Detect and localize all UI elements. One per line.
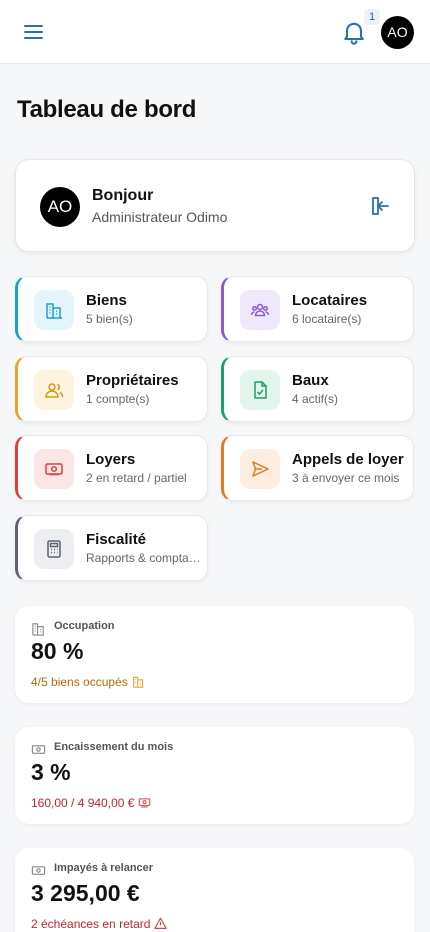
building-icon xyxy=(132,676,144,688)
stat-label: Encaissement du mois xyxy=(54,741,174,753)
stat-note-text: 4/5 biens occupés xyxy=(31,675,128,689)
building-icon xyxy=(32,623,45,636)
tile-title: Fiscalité xyxy=(86,531,147,548)
tile-subtitle: 6 locataire(s) xyxy=(292,312,362,326)
notification-count-badge: 1 xyxy=(364,9,380,25)
tile-title: Loyers xyxy=(86,451,136,468)
menu-icon[interactable] xyxy=(22,21,46,43)
stat-note: 2 échéances en retard xyxy=(31,917,168,931)
stat-value: 3 295,00 € xyxy=(31,880,140,906)
logout-icon[interactable] xyxy=(368,194,392,218)
stat-label: Impayés à relancer xyxy=(54,862,154,874)
money-icon xyxy=(139,798,151,808)
money-icon xyxy=(31,866,46,875)
tile-subtitle: 5 bien(s) xyxy=(86,312,133,326)
stat-value: 80 % xyxy=(31,638,84,664)
tile-biens[interactable]: Biens 5 bien(s) xyxy=(15,276,208,342)
warning-icon xyxy=(154,917,168,929)
send-icon xyxy=(240,449,280,489)
money-icon xyxy=(34,449,74,489)
tile-subtitle: Rapports & comptabilité xyxy=(86,551,204,565)
tile-title: Propriétaires xyxy=(86,372,179,389)
tile-title: Biens xyxy=(86,292,127,309)
tile-title: Locataires xyxy=(292,292,368,309)
tile-baux[interactable]: Baux 4 actif(s) xyxy=(221,356,414,422)
tile-subtitle: 3 à envoyer ce mois xyxy=(292,471,400,485)
stat-card-impayes: Impayés à relancer 3 295,00 € 2 échéance… xyxy=(15,848,414,932)
users-icon xyxy=(240,290,280,330)
tile-subtitle: 2 en retard / partiel xyxy=(86,471,187,485)
tile-subtitle: 1 compte(s) xyxy=(86,392,150,406)
page-title: Tableau de bord xyxy=(17,96,197,123)
stat-note-text: 160,00 / 4 940,00 € xyxy=(31,796,135,810)
tile-fiscalite[interactable]: Fiscalité Rapports & comptabilité xyxy=(15,515,208,581)
stat-note: 160,00 / 4 940,00 € xyxy=(31,796,151,810)
owners-icon xyxy=(34,370,74,410)
stat-note-text: 2 échéances en retard xyxy=(31,917,151,931)
tile-proprietaires[interactable]: Propriétaires 1 compte(s) xyxy=(15,356,208,422)
stat-card-encaissement: Encaissement du mois 3 % 160,00 / 4 940,… xyxy=(15,727,414,824)
welcome-card: AO Bonjour Administrateur Odimo xyxy=(15,159,415,252)
calculator-icon xyxy=(34,529,74,569)
stat-card-occupation: Occupation 80 % 4/5 biens occupés xyxy=(15,606,414,703)
money-icon xyxy=(31,745,46,754)
stat-value: 3 % xyxy=(31,759,71,785)
user-avatar[interactable]: AO xyxy=(381,16,414,49)
greeting-text: Bonjour xyxy=(92,187,154,204)
tile-title: Appels de loyer xyxy=(292,451,404,468)
welcome-avatar: AO xyxy=(40,187,80,227)
top-bar: 1 AO xyxy=(0,0,430,64)
tile-loyers[interactable]: Loyers 2 en retard / partiel xyxy=(15,435,208,501)
stat-note: 4/5 biens occupés xyxy=(31,675,145,689)
tile-locataires[interactable]: Locataires 6 locataire(s) xyxy=(221,276,414,342)
tile-appels-de-loyer[interactable]: Appels de loyer 3 à envoyer ce mois xyxy=(221,435,414,501)
user-role: Administrateur Odimo xyxy=(92,209,228,225)
document-check-icon xyxy=(240,370,280,410)
tile-title: Baux xyxy=(292,372,329,389)
stat-label: Occupation xyxy=(54,620,115,632)
tile-subtitle: 4 actif(s) xyxy=(292,392,339,406)
building-icon xyxy=(34,290,74,330)
